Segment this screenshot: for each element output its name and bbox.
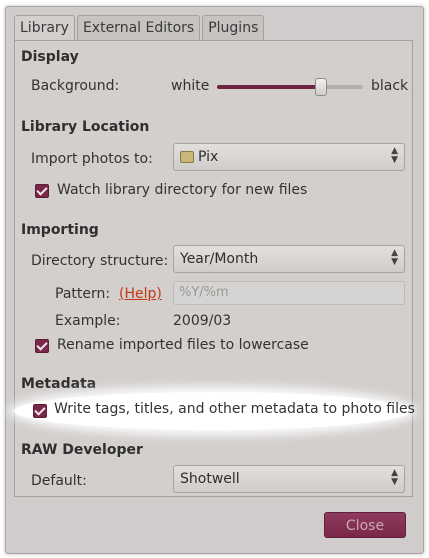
- tab-library[interactable]: Library: [14, 15, 75, 42]
- slider-fill: [217, 85, 321, 89]
- help-link[interactable]: (Help): [119, 286, 162, 302]
- combo-arrows-icon: ▲ ▼: [391, 248, 398, 267]
- tab-external-editors[interactable]: External Editors: [76, 15, 201, 40]
- raw-developer-heading: RAW Developer: [21, 442, 143, 458]
- library-location-heading: Library Location: [21, 119, 150, 135]
- combo-arrows-icon: ▲ ▼: [391, 468, 398, 487]
- example-value: 2009/03: [173, 313, 232, 329]
- raw-developer-combo[interactable]: Shotwell ▲ ▼: [173, 465, 405, 493]
- slider-thumb[interactable]: [315, 78, 327, 96]
- importing-heading: Importing: [21, 222, 99, 238]
- tab-plugins[interactable]: Plugins: [202, 15, 265, 40]
- background-label: Background:: [31, 78, 120, 94]
- slider-min-label: white: [171, 78, 210, 94]
- rename-lowercase-checkbox[interactable]: [35, 339, 49, 353]
- directory-structure-combo[interactable]: Year/Month ▲ ▼: [173, 245, 405, 273]
- folder-icon: [180, 151, 194, 163]
- metadata-heading: Metadata: [21, 376, 97, 392]
- import-folder-value: Pix: [198, 149, 219, 165]
- tab-bar: Library External Editors Plugins: [14, 15, 265, 42]
- write-metadata-label: Write tags, titles, and other metadata t…: [54, 401, 415, 417]
- example-label: Example:: [55, 313, 121, 329]
- import-folder-combo[interactable]: Pix ▲ ▼: [173, 143, 405, 171]
- import-photos-label: Import photos to:: [31, 151, 153, 167]
- combo-arrows-icon: ▲ ▼: [391, 146, 398, 165]
- background-slider[interactable]: [217, 77, 363, 97]
- pattern-label: Pattern:: [55, 286, 111, 302]
- close-button[interactable]: Close: [324, 512, 406, 538]
- watch-directory-checkbox[interactable]: [35, 184, 49, 198]
- raw-developer-value: Shotwell: [180, 471, 240, 487]
- watch-directory-label: Watch library directory for new files: [57, 182, 308, 198]
- display-heading: Display: [21, 49, 79, 65]
- rename-lowercase-label: Rename imported files to lowercase: [57, 337, 309, 353]
- preferences-dialog: Library External Editors Plugins Display…: [5, 6, 424, 554]
- slider-max-label: black: [371, 78, 409, 94]
- directory-structure-value: Year/Month: [180, 251, 259, 267]
- write-metadata-checkbox[interactable]: [33, 404, 47, 418]
- directory-structure-label: Directory structure:: [31, 253, 169, 269]
- raw-default-label: Default:: [31, 473, 87, 489]
- pattern-field[interactable]: %Y/%m: [173, 281, 405, 305]
